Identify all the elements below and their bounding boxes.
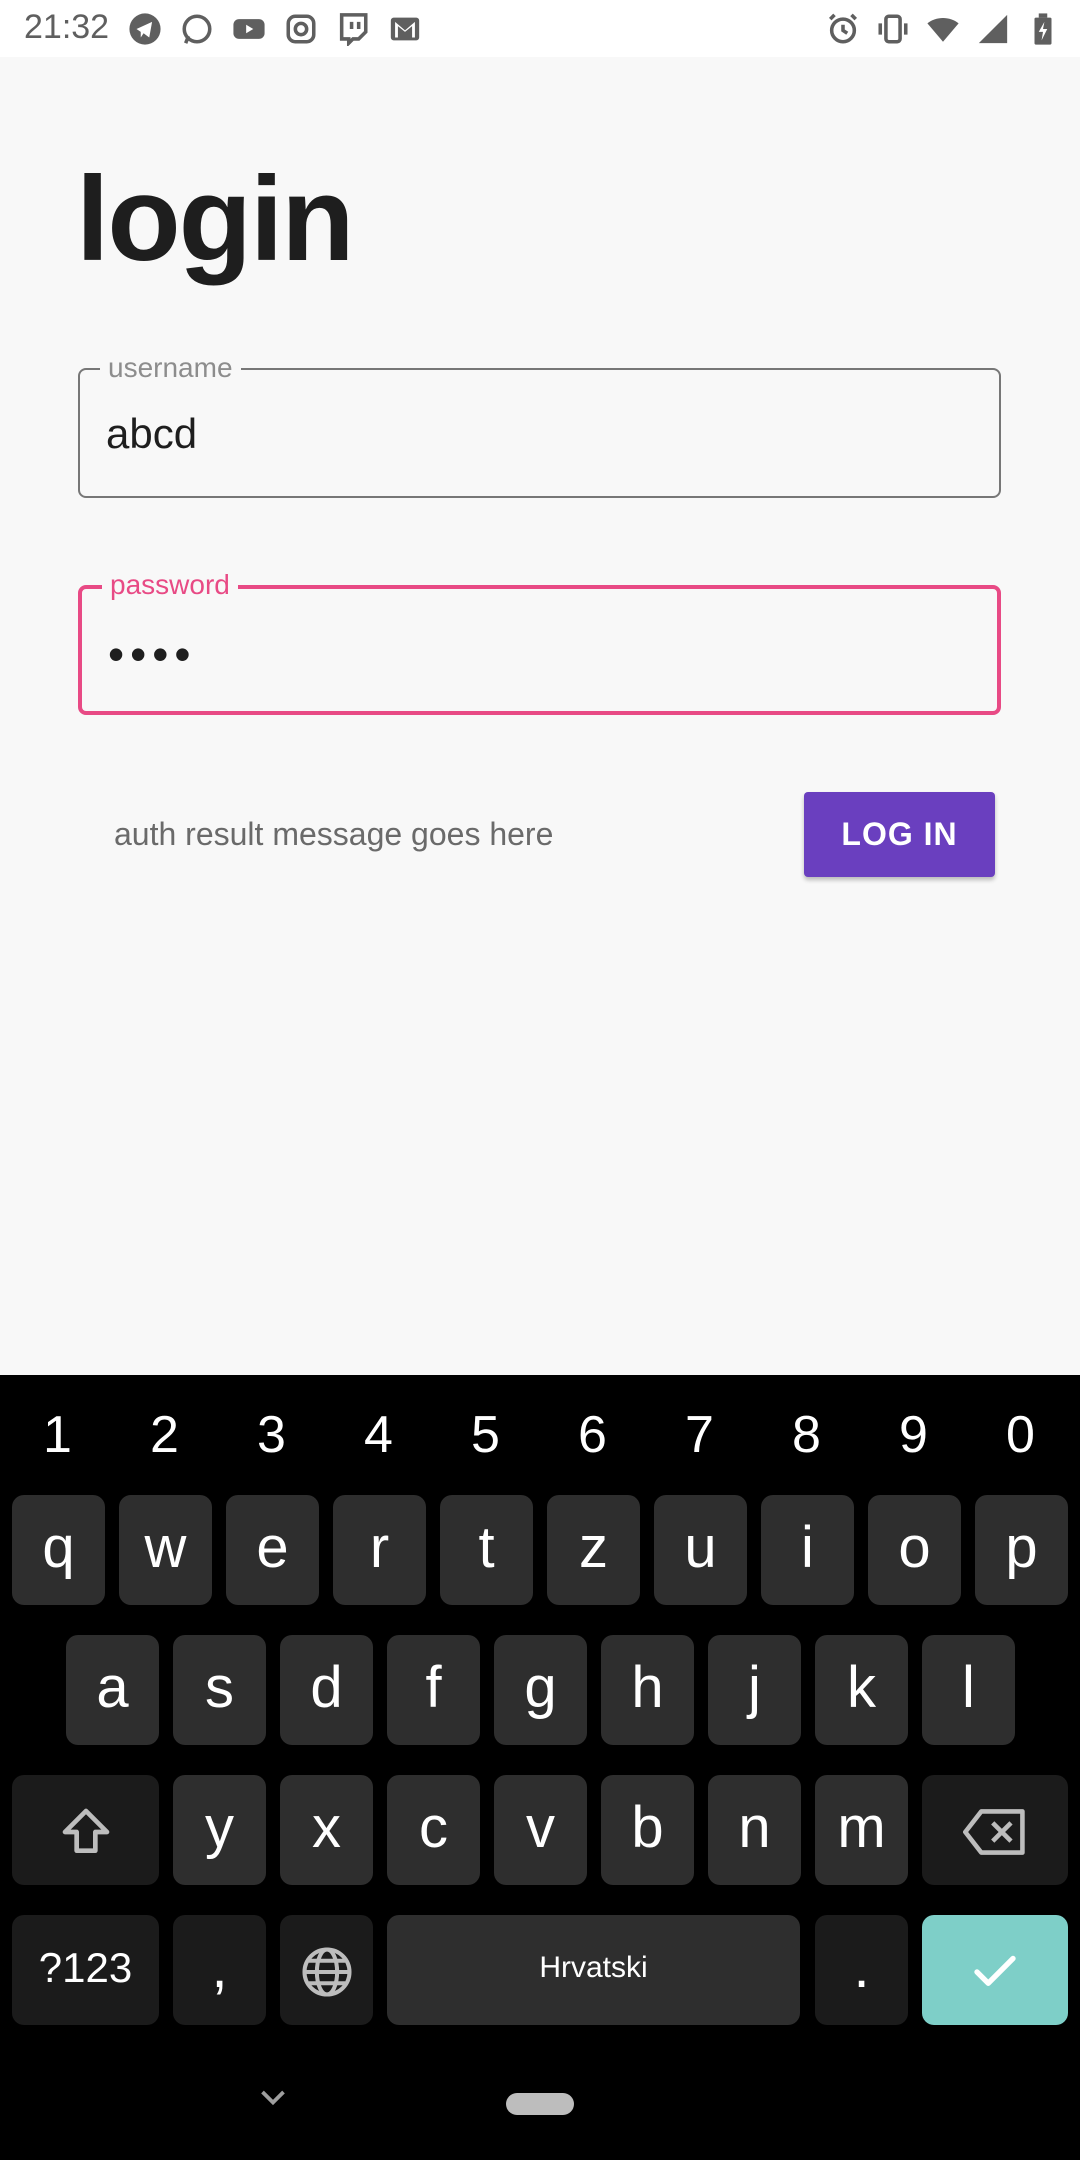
key-k[interactable]: k [815, 1635, 908, 1745]
key-t[interactable]: t [440, 1495, 533, 1605]
key-b[interactable]: b [601, 1775, 694, 1885]
login-button[interactable]: LOG IN [804, 792, 995, 877]
key-w[interactable]: w [119, 1495, 212, 1605]
gmail-icon [390, 17, 420, 41]
username-value[interactable]: abcd [106, 410, 197, 458]
key-f[interactable]: f [387, 1635, 480, 1745]
battery-icon [1034, 13, 1052, 45]
key-h[interactable]: h [601, 1635, 694, 1745]
backspace-icon [963, 1808, 1025, 1855]
key-8[interactable]: 8 [753, 1405, 860, 1465]
youtube-icon [233, 19, 265, 39]
enter-key[interactable] [922, 1915, 1068, 2025]
home-pill[interactable] [506, 2093, 574, 2115]
backspace-key[interactable] [922, 1775, 1068, 1885]
page-title: login [76, 152, 355, 286]
key-6[interactable]: 6 [539, 1405, 646, 1465]
system-icons [826, 12, 1060, 46]
key-m[interactable]: m [815, 1775, 908, 1885]
alarm-icon [828, 13, 858, 44]
key-9[interactable]: 9 [860, 1405, 967, 1465]
key-n[interactable]: n [708, 1775, 801, 1885]
checkmark-icon [974, 1955, 1016, 1986]
status-bar: 21:32 [0, 0, 1080, 57]
key-g[interactable]: g [494, 1635, 587, 1745]
whatsapp-icon [182, 14, 212, 44]
wifi-icon [927, 18, 959, 42]
key-3[interactable]: 3 [218, 1405, 325, 1465]
key-l[interactable]: l [922, 1635, 1015, 1745]
password-label: password [102, 569, 238, 601]
key-u[interactable]: u [654, 1495, 747, 1605]
key-s[interactable]: s [173, 1635, 266, 1745]
space-key[interactable]: Hrvatski [387, 1915, 800, 2025]
password-field[interactable]: password •••• [78, 569, 1001, 715]
notification-icons [128, 12, 422, 46]
password-value[interactable]: •••• [108, 627, 196, 681]
username-label: username [100, 352, 241, 384]
signal-icon [978, 14, 1008, 44]
key-i[interactable]: i [761, 1495, 854, 1605]
key-r[interactable]: r [333, 1495, 426, 1605]
language-key[interactable] [280, 1915, 373, 2025]
key-d[interactable]: d [280, 1635, 373, 1745]
key-o[interactable]: o [868, 1495, 961, 1605]
shift-key[interactable] [12, 1775, 159, 1885]
symbols-key[interactable]: ?123 [12, 1915, 159, 2025]
key-j[interactable]: j [708, 1635, 801, 1745]
key-5[interactable]: 5 [432, 1405, 539, 1465]
key-q[interactable]: q [12, 1495, 105, 1605]
key-x[interactable]: x [280, 1775, 373, 1885]
key-p[interactable]: p [975, 1495, 1068, 1605]
key-2[interactable]: 2 [111, 1405, 218, 1465]
key-c[interactable]: c [387, 1775, 480, 1885]
key-y[interactable]: y [173, 1775, 266, 1885]
shift-icon [62, 1808, 109, 1853]
key-1[interactable]: 1 [4, 1405, 111, 1465]
comma-key[interactable]: , [173, 1915, 266, 2025]
key-e[interactable]: e [226, 1495, 319, 1605]
vibrate-icon [878, 14, 908, 44]
key-v[interactable]: v [494, 1775, 587, 1885]
key-a[interactable]: a [66, 1635, 159, 1745]
key-0[interactable]: 0 [967, 1405, 1074, 1465]
username-field[interactable]: username abcd [78, 352, 1001, 498]
key-z[interactable]: z [547, 1495, 640, 1605]
key-4[interactable]: 4 [325, 1405, 432, 1465]
auth-result-message: auth result message goes here [114, 816, 554, 852]
number-row: 1 2 3 4 5 6 7 8 9 0 [0, 1375, 1080, 1485]
chevron-down-icon[interactable] [255, 2085, 291, 2111]
twitch-icon [339, 13, 368, 46]
instagram-icon [286, 14, 316, 44]
key-7[interactable]: 7 [646, 1405, 753, 1465]
telegram-icon [129, 13, 161, 45]
soft-keyboard: 1 2 3 4 5 6 7 8 9 0 q w e r t z u i o p … [0, 1375, 1080, 2160]
period-key[interactable]: . [815, 1915, 908, 2025]
status-time: 21:32 [24, 8, 110, 46]
globe-icon [301, 1947, 352, 1997]
